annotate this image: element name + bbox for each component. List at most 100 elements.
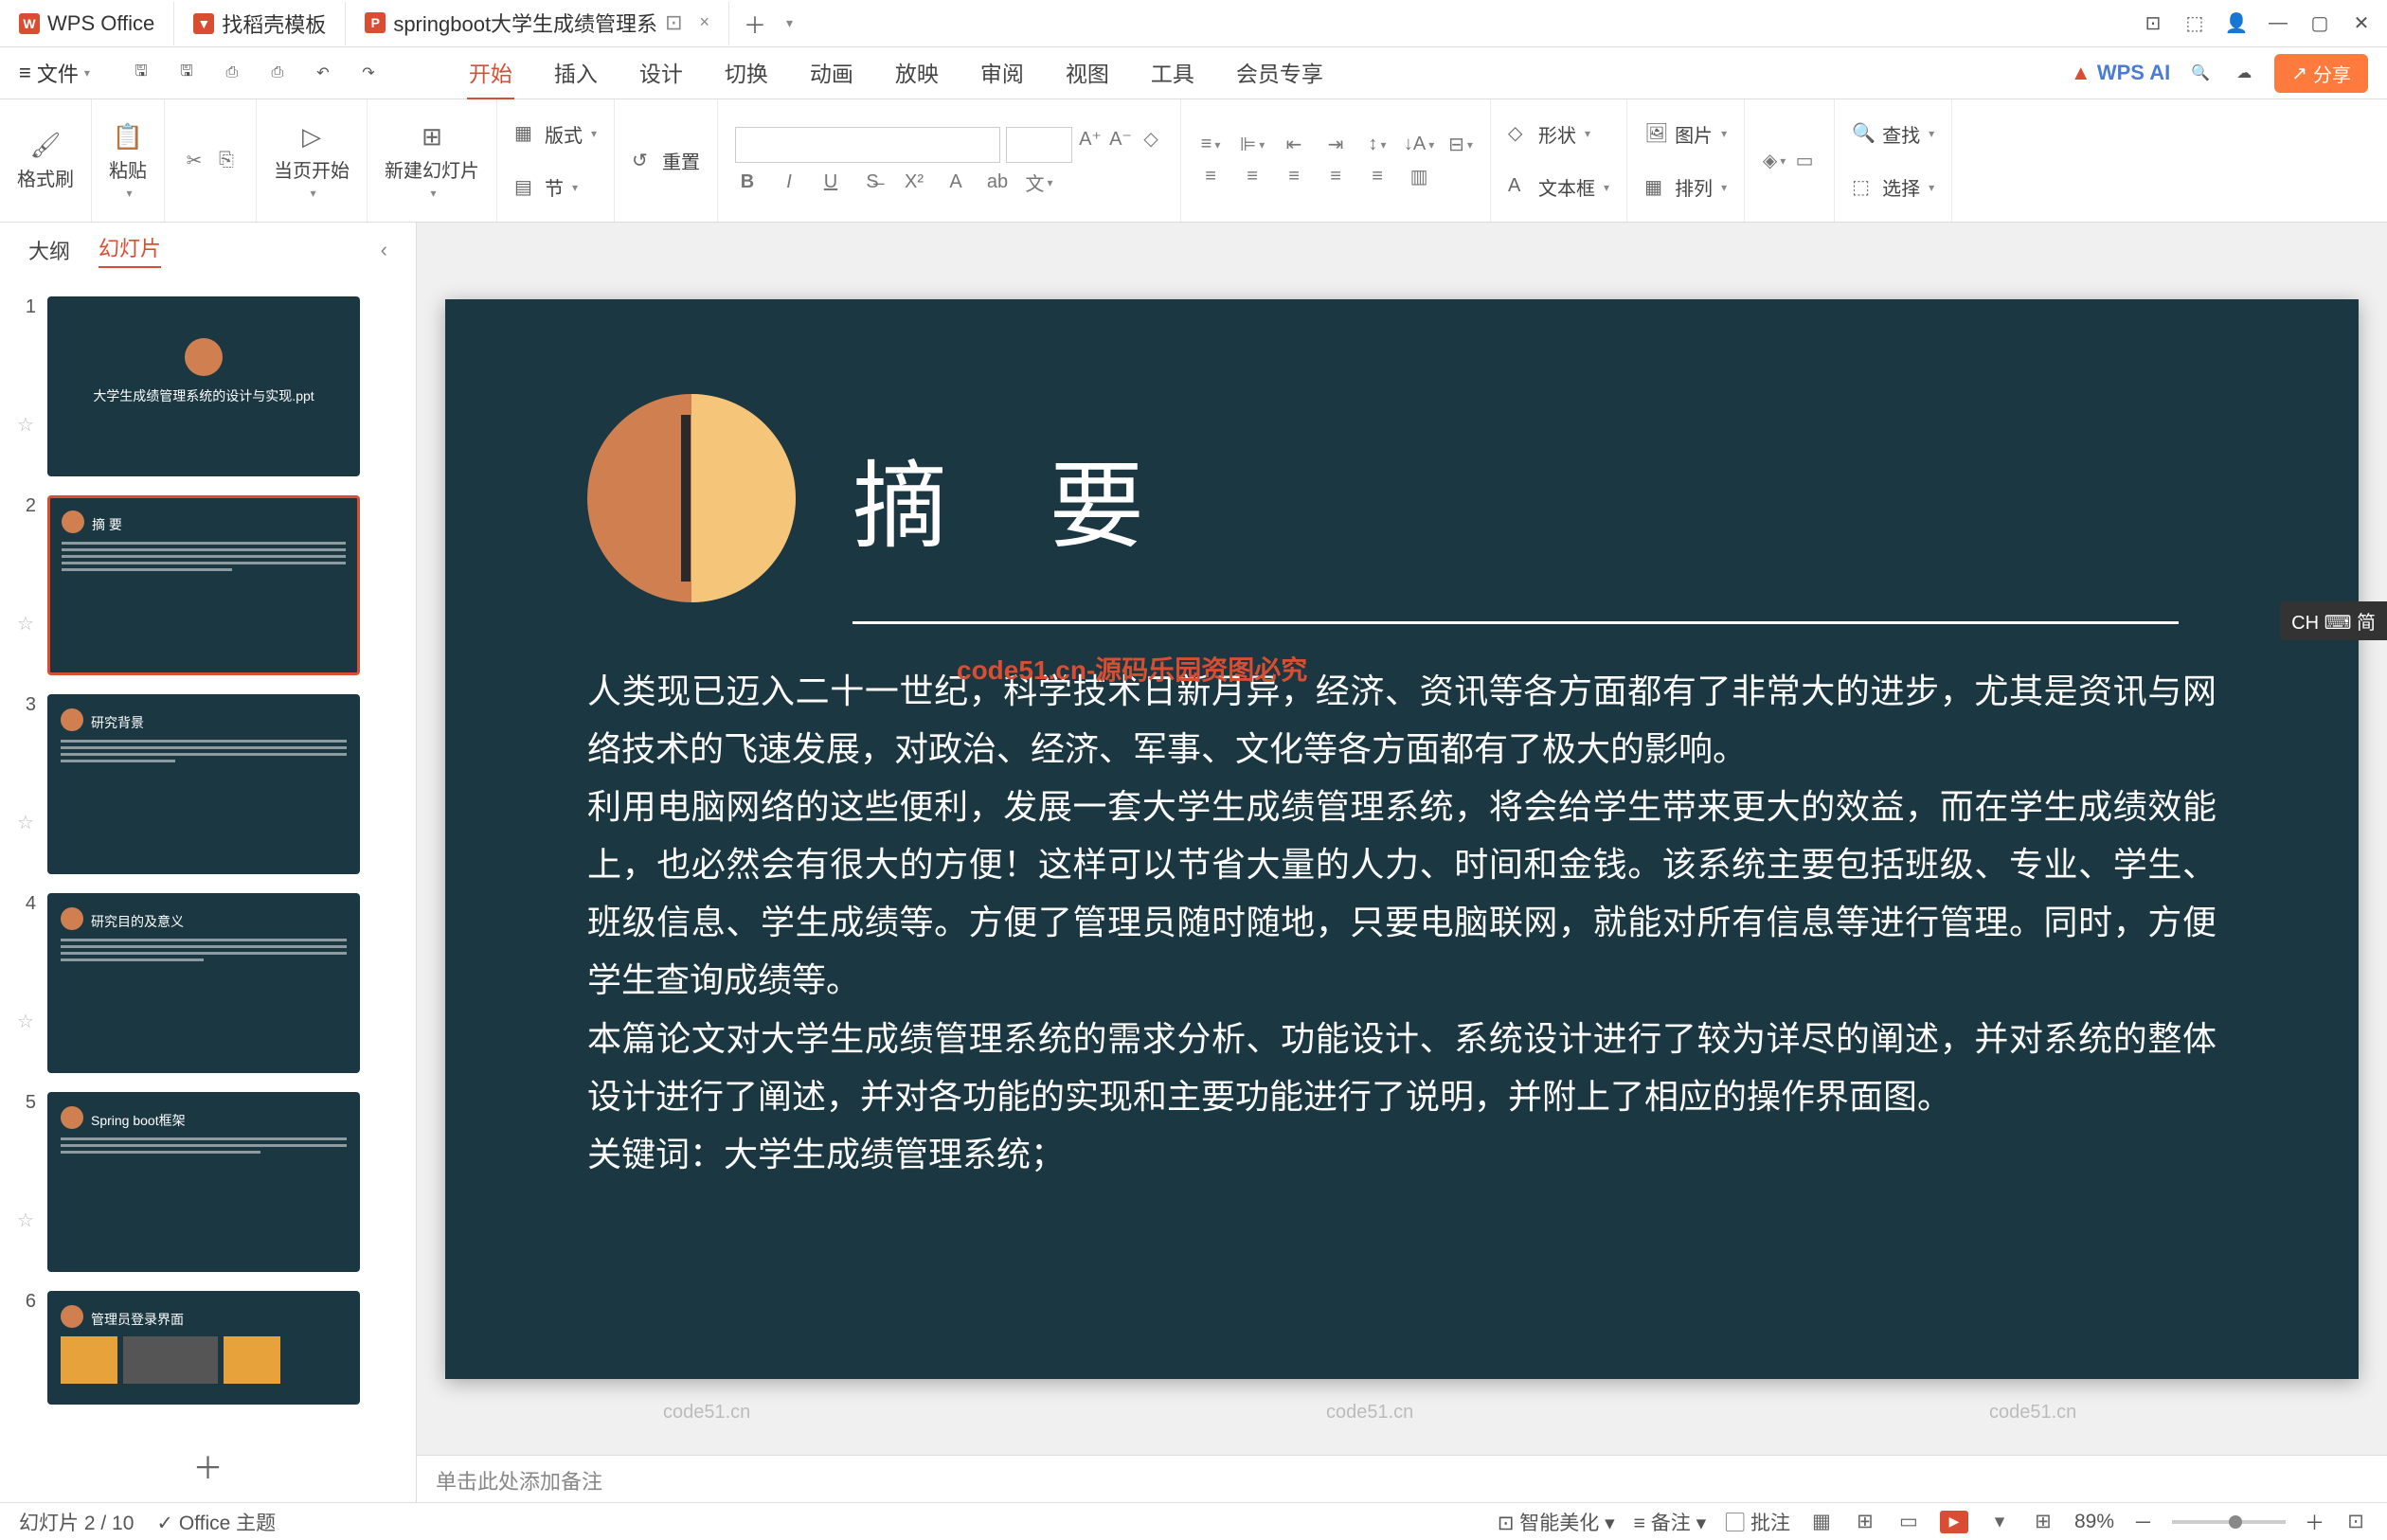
close-tab-icon[interactable]: ×: [700, 12, 710, 32]
clear-format-icon[interactable]: ◇: [1139, 127, 1163, 152]
picture-button[interactable]: 🖼图片: [1644, 120, 1727, 148]
align-left-icon[interactable]: ≡: [1198, 165, 1223, 189]
tab-view[interactable]: 视图: [1064, 46, 1111, 99]
bullets-icon[interactable]: ≡: [1198, 133, 1223, 157]
align-justify-icon[interactable]: ≡: [1323, 165, 1348, 189]
save-icon[interactable]: 🖫: [128, 60, 154, 86]
slideshow-button[interactable]: ▶: [1940, 1511, 1968, 1533]
slide-thumb-6[interactable]: 6 管理员登录界面: [0, 1281, 416, 1414]
textbox-button[interactable]: A文本框: [1508, 173, 1609, 201]
numbering-icon[interactable]: ⊫: [1240, 133, 1265, 157]
slides-tab[interactable]: 幻灯片: [99, 232, 161, 268]
slides-list[interactable]: 1 ☆ 大学生成绩管理系统的设计与实现.ppt 2 ☆ 摘 要: [0, 278, 416, 1430]
app-tab-wps[interactable]: W WPS Office: [0, 2, 174, 45]
add-slide-button[interactable]: ＋: [0, 1430, 416, 1502]
search-icon[interactable]: 🔍: [2187, 60, 2214, 86]
zoom-slider[interactable]: [2172, 1520, 2286, 1524]
print-preview-icon[interactable]: ⎙: [264, 60, 291, 86]
highlight-icon[interactable]: ab: [985, 170, 1010, 195]
decrease-indent-icon[interactable]: ⇤: [1282, 133, 1306, 157]
text-direction-icon[interactable]: ↓A: [1407, 133, 1431, 157]
tab-animation[interactable]: 动画: [808, 46, 855, 99]
slide-thumb-3[interactable]: 3 ☆ 研究背景: [0, 685, 416, 884]
collapse-panel-icon[interactable]: ‹: [381, 238, 387, 262]
font-family-select[interactable]: [735, 127, 1000, 163]
zoom-in-icon[interactable]: ＋: [2305, 1508, 2324, 1536]
arrange-button[interactable]: ▦排列: [1644, 173, 1727, 201]
minimize-icon[interactable]: —: [2267, 12, 2289, 35]
print-icon[interactable]: ⎙: [219, 60, 245, 86]
slide-thumb-2[interactable]: 2 ☆ 摘 要: [0, 486, 416, 685]
outline-tab[interactable]: 大纲: [28, 235, 70, 265]
normal-view-icon[interactable]: ▦: [1809, 1510, 1834, 1534]
star-icon[interactable]: ☆: [17, 811, 36, 834]
align-text-icon[interactable]: ⊟: [1448, 133, 1473, 157]
cloud-icon[interactable]: ☁: [2231, 60, 2257, 86]
line-spacing-icon[interactable]: ↕: [1365, 133, 1390, 157]
outline-icon[interactable]: ▭: [1792, 149, 1817, 173]
grid-icon[interactable]: ⊞: [2031, 1510, 2055, 1534]
fit-icon[interactable]: ⊡: [2343, 1510, 2368, 1534]
align-right-icon[interactable]: ≡: [1282, 165, 1306, 189]
tab-member[interactable]: 会员专享: [1234, 46, 1325, 99]
maximize-icon[interactable]: ▢: [2308, 12, 2331, 35]
new-slide-button[interactable]: ⊞新建幻灯片: [385, 121, 479, 200]
slide-canvas[interactable]: 摘 要 人类现已迈入二十一世纪，科学技术日新月异，经济、资讯等各方面都有了非常大…: [445, 299, 2359, 1379]
slide-thumb-5[interactable]: 5 ☆ Spring boot框架: [0, 1083, 416, 1281]
tab-start[interactable]: 开始: [467, 46, 514, 99]
columns-icon[interactable]: ▥: [1407, 165, 1431, 189]
tab-design[interactable]: 设计: [637, 46, 685, 99]
font-size-select[interactable]: [1006, 127, 1072, 163]
decrease-font-icon[interactable]: A⁻: [1108, 127, 1133, 152]
paste-button[interactable]: 📋粘贴: [109, 121, 147, 200]
bold-icon[interactable]: B: [735, 170, 760, 195]
notes-button[interactable]: ≡ 备注 ▾: [1634, 1508, 1706, 1536]
text-effects-icon[interactable]: 文: [1027, 170, 1051, 195]
slideshow-dropdown-icon[interactable]: ▾: [1987, 1510, 2012, 1534]
app-tab-document[interactable]: P springboot大学生成绩管理系 ⊡ ×: [346, 2, 729, 45]
tab-transition[interactable]: 切换: [723, 46, 770, 99]
share-button[interactable]: ↗ 分享: [2274, 54, 2368, 93]
italic-icon[interactable]: I: [777, 170, 801, 195]
distribute-icon[interactable]: ≡: [1365, 165, 1390, 189]
beautify-button[interactable]: ⊡ 智能美化 ▾: [1498, 1508, 1615, 1536]
tab-review[interactable]: 审阅: [978, 46, 1026, 99]
sorter-view-icon[interactable]: ⊞: [1853, 1510, 1877, 1534]
underline-icon[interactable]: U: [818, 170, 843, 195]
cut-icon[interactable]: ✂: [182, 149, 206, 173]
ime-badge[interactable]: CH ⌨ 简: [2280, 601, 2387, 640]
reading-view-icon[interactable]: ▭: [1896, 1510, 1921, 1534]
close-window-icon[interactable]: ✕: [2350, 12, 2373, 35]
section-button[interactable]: ▤节: [514, 173, 597, 201]
review-button[interactable]: ▢ 批注: [1725, 1508, 1790, 1536]
wps-ai-button[interactable]: ▲ WPS AI: [2071, 61, 2170, 85]
shape-button[interactable]: ◇形状: [1508, 120, 1609, 148]
from-current-button[interactable]: ▷当页开始: [274, 121, 350, 200]
undo-icon[interactable]: ↶: [310, 60, 336, 86]
copy-icon[interactable]: ⎘: [214, 149, 239, 173]
font-color-icon[interactable]: A: [943, 170, 968, 195]
slide-thumb-1[interactable]: 1 ☆ 大学生成绩管理系统的设计与实现.ppt: [0, 287, 416, 486]
tab-insert[interactable]: 插入: [552, 46, 600, 99]
fill-color-icon[interactable]: ◈: [1762, 149, 1786, 173]
notes-input[interactable]: 单击此处添加备注: [417, 1455, 2387, 1502]
app-tab-templates[interactable]: ▼ 找稻壳模板: [174, 2, 346, 45]
format-brush-button[interactable]: 🖌格式刷: [17, 130, 74, 191]
layout-button[interactable]: ▦版式: [514, 120, 597, 148]
align-center-icon[interactable]: ≡: [1240, 165, 1265, 189]
strike-icon[interactable]: S̶: [860, 170, 885, 195]
reset-button[interactable]: ↺重置: [632, 147, 700, 174]
window-layout-icon[interactable]: ⊡: [2142, 12, 2164, 35]
star-icon[interactable]: ☆: [17, 612, 36, 636]
star-icon[interactable]: ☆: [17, 413, 36, 437]
find-button[interactable]: 🔍查找: [1852, 120, 1934, 148]
zoom-level[interactable]: 89%: [2074, 1511, 2114, 1533]
new-tab-button[interactable]: ＋: [729, 7, 781, 40]
star-icon[interactable]: ☆: [17, 1010, 36, 1033]
select-button[interactable]: ⬚选择: [1852, 173, 1934, 201]
cube-icon[interactable]: ⬚: [2183, 12, 2206, 35]
avatar-icon[interactable]: 👤: [2225, 12, 2248, 35]
star-icon[interactable]: ☆: [17, 1209, 36, 1232]
slide-thumb-4[interactable]: 4 ☆ 研究目的及意义: [0, 884, 416, 1083]
tab-dropdown-icon[interactable]: ▾: [786, 15, 793, 31]
